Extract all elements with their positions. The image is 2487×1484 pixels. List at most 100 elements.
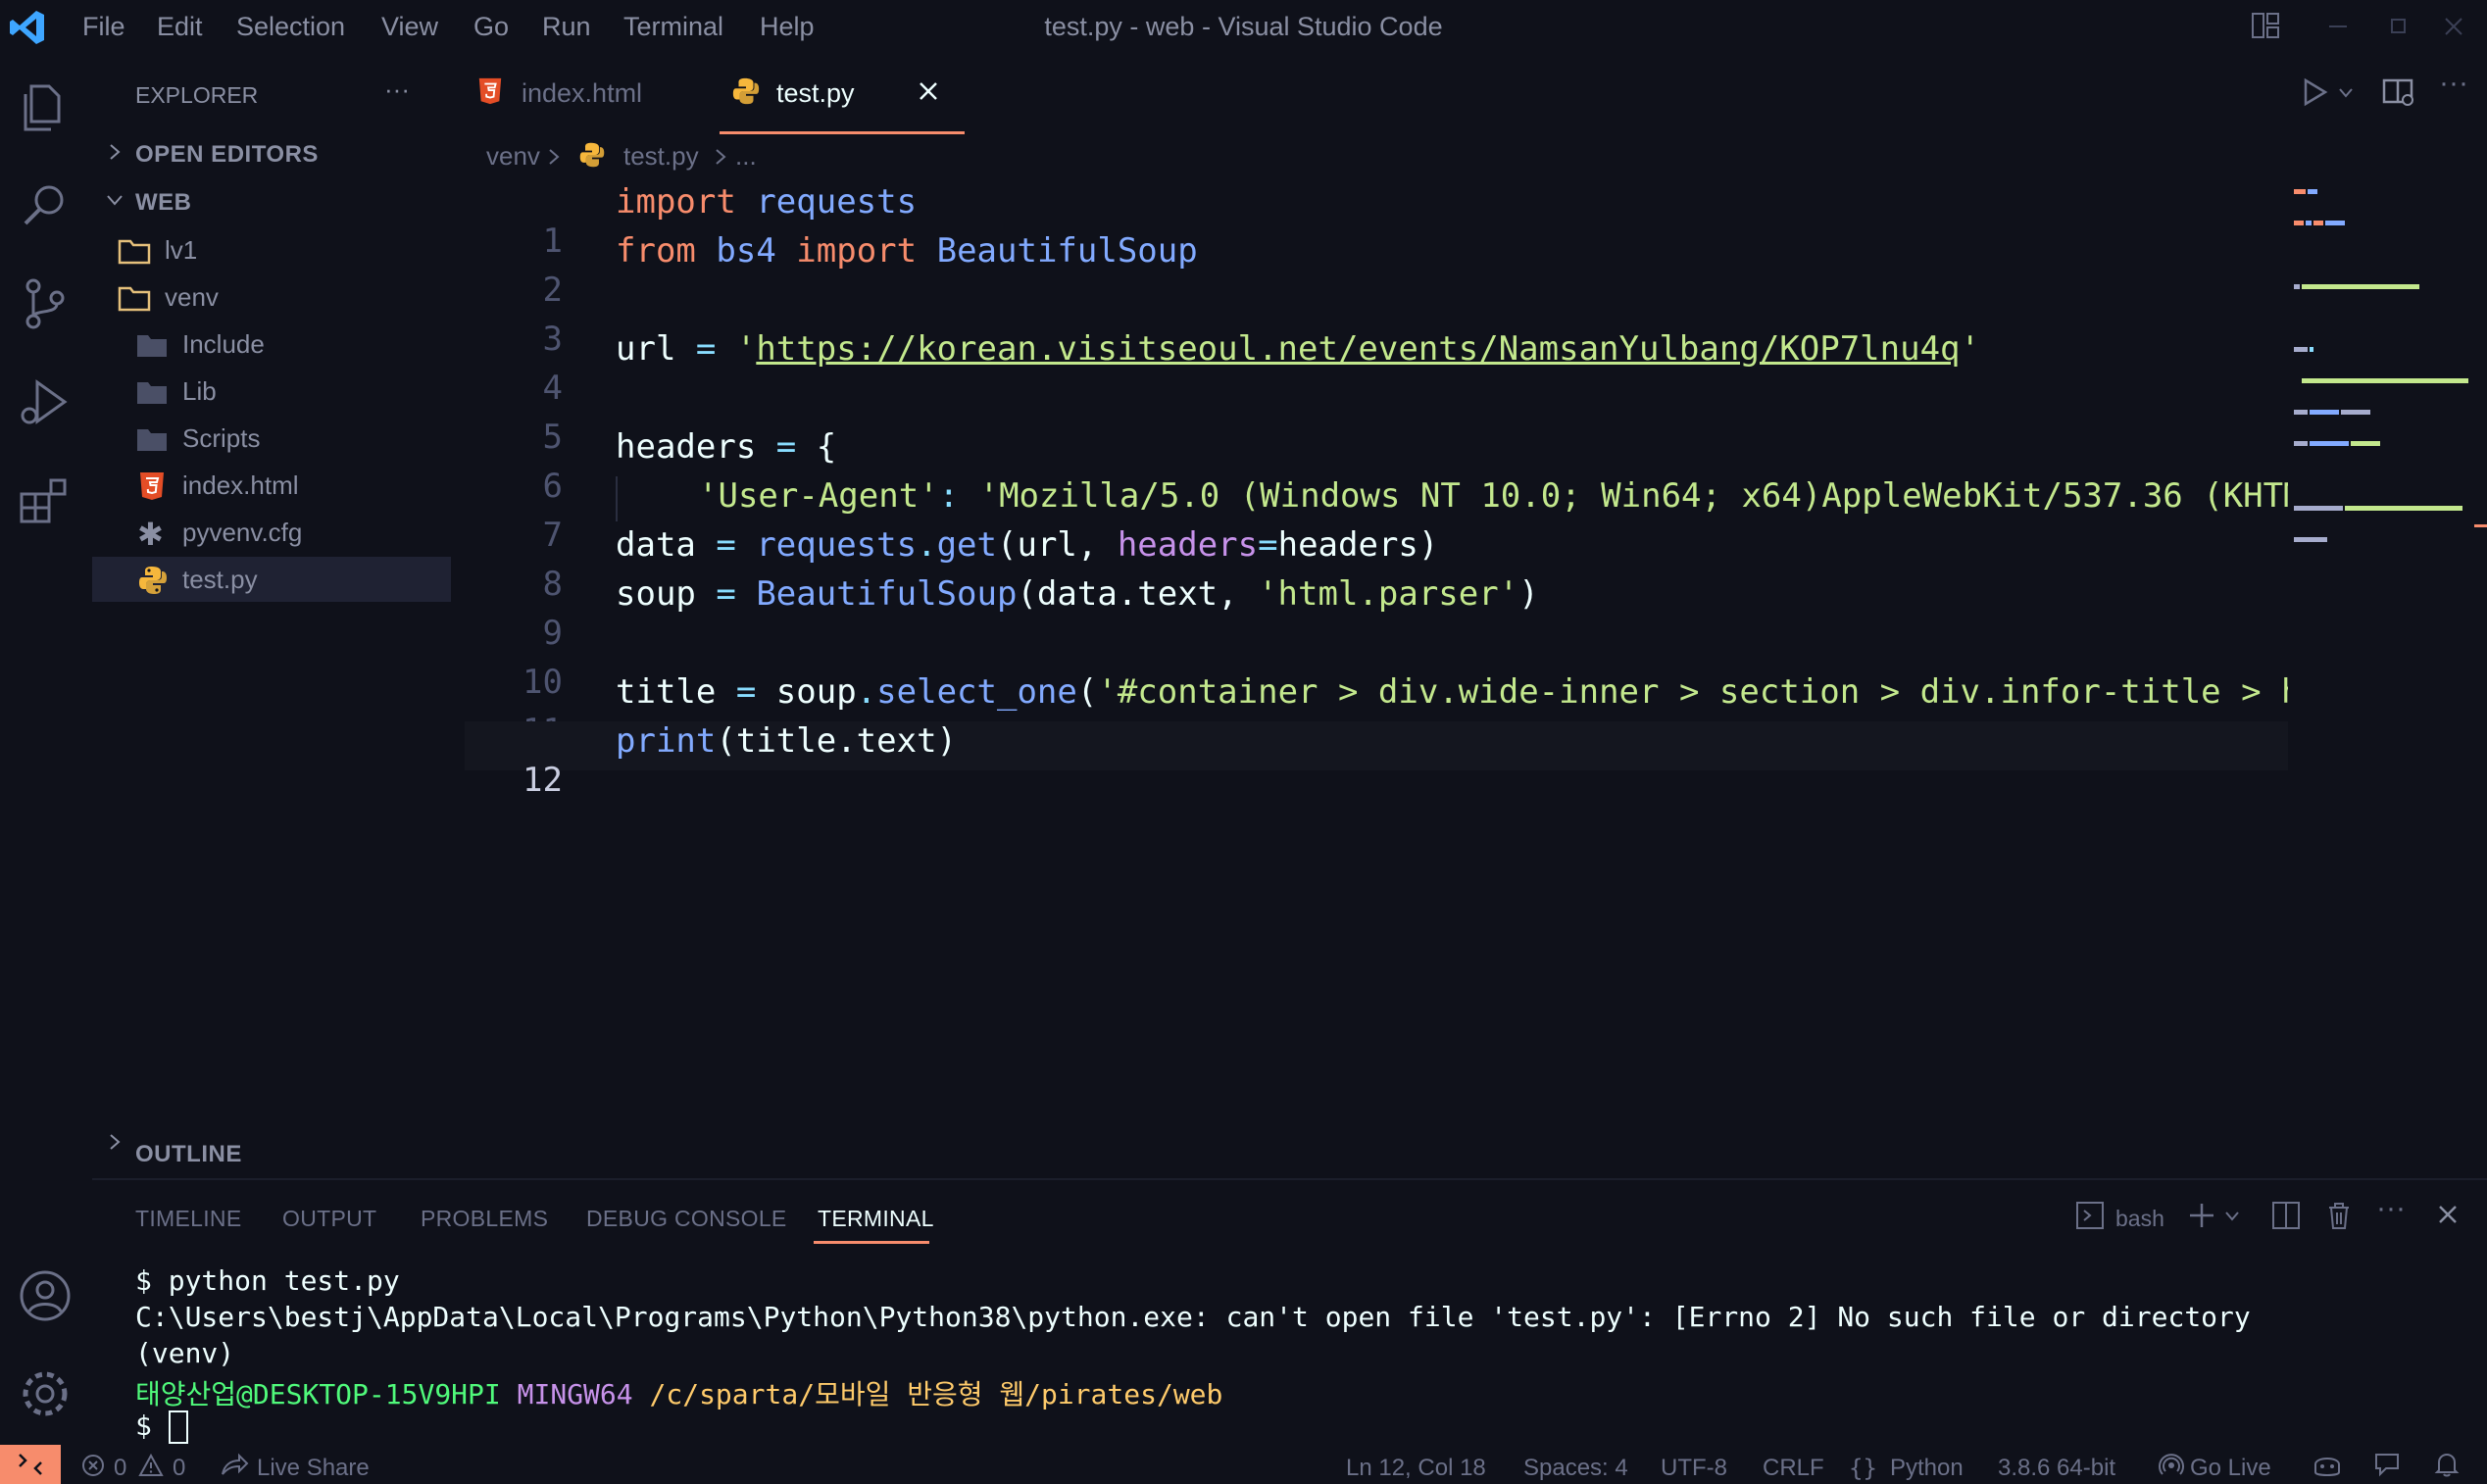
terminal-input-line[interactable]: $ <box>135 1410 188 1444</box>
close-window-icon[interactable] <box>2439 12 2468 41</box>
go-live-button[interactable]: Go Live <box>2190 1455 2271 1482</box>
indentation[interactable]: Spaces: 4 <box>1523 1455 1628 1482</box>
source-control-icon[interactable] <box>14 272 76 335</box>
tree-item-label: Scripts <box>182 423 261 453</box>
error-count[interactable]: 0 <box>114 1455 126 1482</box>
tab-index-html[interactable]: index.html <box>465 53 710 131</box>
language-mode[interactable]: Python <box>1890 1455 1964 1482</box>
warning-count[interactable]: 0 <box>173 1455 185 1482</box>
url-link[interactable]: https://korean.visitseoul.net/events/Nam… <box>756 329 1960 369</box>
breadcrumb-file[interactable]: test.py <box>623 141 699 172</box>
breadcrumb-symbol[interactable]: ... <box>735 141 757 172</box>
open-editors-section[interactable]: OPEN EDITORS <box>135 141 319 169</box>
layout-icon[interactable] <box>2250 10 2281 41</box>
code-token: : <box>938 476 979 516</box>
tree-item-scripts[interactable]: Scripts <box>92 416 451 461</box>
remote-button[interactable] <box>0 1445 61 1484</box>
live-share-button[interactable]: Live Share <box>257 1455 370 1482</box>
code-token: from <box>616 231 696 271</box>
chevron-down-icon[interactable] <box>2223 1210 2241 1223</box>
terminal-line: (venv) <box>135 1337 235 1369</box>
outline-section[interactable]: OUTLINE <box>135 1141 242 1168</box>
run-python-file-icon[interactable] <box>2300 76 2329 108</box>
menu-help[interactable]: Help <box>760 12 815 42</box>
tab-timeline[interactable]: TIMELINE <box>135 1206 241 1232</box>
tree-item-lib[interactable]: Lib <box>92 369 451 414</box>
code-token: print <box>616 721 717 761</box>
code-token: get <box>936 525 997 565</box>
minimize-icon[interactable] <box>2323 12 2353 41</box>
code-token: ( <box>1017 574 1037 614</box>
maximize-icon[interactable] <box>2384 12 2413 41</box>
code-token: data.text, <box>1036 574 1259 614</box>
tab-terminal[interactable]: TERMINAL <box>818 1206 934 1232</box>
code-token: url <box>616 329 676 369</box>
tree-item-include[interactable]: Include <box>92 322 451 367</box>
new-terminal-icon[interactable] <box>2186 1200 2217 1231</box>
code-editor[interactable]: 1 import requests 2 from bs4 import Beau… <box>465 182 2288 1162</box>
copilot-icon[interactable] <box>2312 1451 2343 1478</box>
tree-item-lv1[interactable]: lv1 <box>92 227 451 272</box>
go-live-icon <box>2159 1453 2184 1478</box>
menu-terminal[interactable]: Terminal <box>623 12 723 42</box>
terminal-path: /c/sparta/모바일 반응형 웹/pirates/web <box>649 1378 1223 1410</box>
remote-icon <box>16 1453 45 1476</box>
more-actions-icon[interactable]: ··· <box>2439 67 2468 100</box>
code-token: 'User-Agent' <box>698 476 939 516</box>
terminal-prompt-line: 태양산업@DESKTOP-15V9HPI MINGW64 /c/sparta/모… <box>135 1373 1222 1412</box>
end-of-line[interactable]: CRLF <box>1763 1455 1824 1482</box>
settings-gear-icon[interactable] <box>14 1362 76 1425</box>
close-panel-icon[interactable] <box>2433 1200 2462 1229</box>
tab-output[interactable]: OUTPUT <box>282 1206 376 1232</box>
menu-run[interactable]: Run <box>542 12 591 42</box>
menu-selection[interactable]: Selection <box>236 12 345 42</box>
workspace-section[interactable]: WEB <box>135 189 192 217</box>
code-line: 2 from bs4 import BeautifulSoup <box>465 231 2288 310</box>
menu-go[interactable]: Go <box>473 12 509 42</box>
tab-test-py[interactable]: test.py <box>720 53 965 134</box>
tree-item-index-html[interactable]: index.html <box>92 463 451 508</box>
tree-item-pyvenv-cfg[interactable]: ✱ pyvenv.cfg <box>92 510 451 555</box>
breadcrumb-folder[interactable]: venv <box>486 141 540 172</box>
extensions-icon[interactable] <box>14 469 76 531</box>
code-line: 3 <box>465 280 2288 359</box>
menu-view[interactable]: View <box>381 12 438 42</box>
tab-debug-console[interactable]: DEBUG CONSOLE <box>586 1206 787 1232</box>
run-debug-icon[interactable] <box>14 371 76 433</box>
code-token: soup <box>616 574 696 614</box>
trash-icon[interactable] <box>2323 1200 2355 1231</box>
warning-icon <box>137 1453 165 1478</box>
file-encoding[interactable]: UTF-8 <box>1661 1455 1727 1482</box>
open-preview-icon[interactable] <box>2382 76 2415 108</box>
explorer-icon[interactable] <box>14 76 76 139</box>
split-terminal-icon[interactable] <box>2270 1200 2302 1231</box>
cursor-position[interactable]: Ln 12, Col 18 <box>1346 1455 1486 1482</box>
python-icon <box>578 141 606 169</box>
chevron-right-icon[interactable] <box>104 141 125 163</box>
chevron-right-icon[interactable] <box>104 1131 125 1153</box>
terminal-cursor <box>168 1410 188 1444</box>
python-interpreter[interactable]: 3.8.6 64-bit <box>1998 1455 2115 1482</box>
tree-item-label: Lib <box>182 376 217 406</box>
terminal-shell-label[interactable]: bash <box>2115 1206 2164 1232</box>
tree-item-venv[interactable]: venv <box>92 274 451 320</box>
account-icon[interactable] <box>14 1264 76 1327</box>
code-token: = <box>695 525 757 565</box>
menu-edit[interactable]: Edit <box>157 12 203 42</box>
feedback-icon[interactable] <box>2372 1451 2402 1478</box>
terminal-line: $ python test.py <box>135 1264 400 1297</box>
code-token: = <box>756 427 817 467</box>
chevron-down-icon[interactable] <box>2337 86 2355 100</box>
search-icon[interactable] <box>14 174 76 237</box>
notifications-bell-icon[interactable] <box>2433 1451 2461 1478</box>
tree-item-test-py[interactable]: test.py <box>92 557 451 602</box>
chevron-down-icon[interactable] <box>104 189 125 211</box>
close-tab-icon[interactable] <box>916 78 941 104</box>
menu-file[interactable]: File <box>82 12 125 42</box>
code-token: ( <box>716 721 736 761</box>
minimap[interactable] <box>2288 182 2474 574</box>
tab-problems[interactable]: PROBLEMS <box>421 1206 548 1232</box>
code-token: = <box>1258 525 1278 565</box>
more-actions-icon[interactable]: ··· <box>2376 1192 2406 1225</box>
explorer-more-button[interactable]: ··· <box>384 74 410 105</box>
